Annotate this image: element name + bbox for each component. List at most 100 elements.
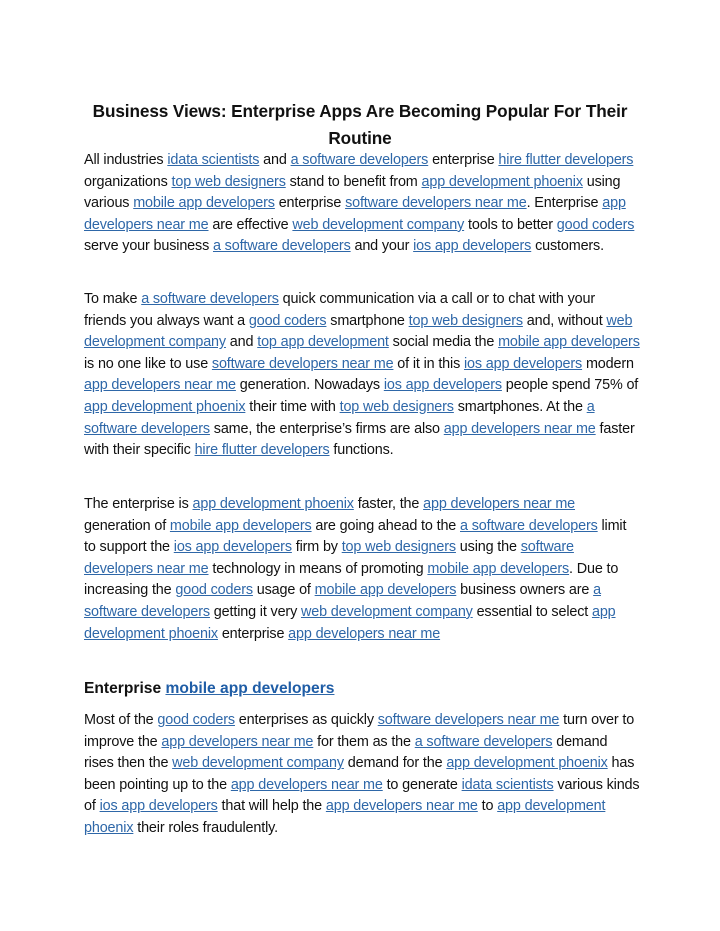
inline-link[interactable]: ios app developers bbox=[464, 356, 582, 372]
inline-link[interactable]: good coders bbox=[557, 217, 635, 233]
body-text-run: functions. bbox=[329, 442, 394, 459]
body-text-run: . Enterprise bbox=[526, 195, 603, 212]
inline-link[interactable]: app developers near me bbox=[423, 496, 575, 512]
inline-link[interactable]: web development company bbox=[292, 217, 464, 233]
inline-link[interactable]: top web designers bbox=[340, 399, 454, 415]
inline-link[interactable]: app developers near me bbox=[288, 626, 440, 642]
inline-link[interactable]: web development company bbox=[172, 755, 344, 771]
body-text-run: Most of the bbox=[84, 712, 158, 728]
inline-link[interactable]: app developers near me bbox=[84, 377, 236, 393]
body-text-run: enterprise bbox=[217, 625, 289, 642]
body-text-run: essential to select bbox=[472, 603, 592, 620]
body-text-run: of it in this bbox=[393, 355, 464, 372]
paragraph-3: The enterprise is app development phoeni… bbox=[84, 494, 640, 645]
body-text-run: and, without bbox=[522, 312, 607, 329]
body-text-run: enterprise bbox=[428, 152, 499, 168]
inline-link[interactable]: mobile app developers bbox=[498, 334, 640, 350]
inline-link[interactable]: web development company bbox=[301, 604, 473, 620]
body-text-run: organizations bbox=[84, 173, 172, 190]
inline-link[interactable]: top web designers bbox=[172, 174, 286, 190]
body-text-run: technology in means of promoting bbox=[208, 560, 428, 577]
inline-link[interactable]: ios app developers bbox=[384, 377, 502, 393]
body-text-run: modern bbox=[582, 355, 634, 372]
inline-link[interactable]: app development phoenix bbox=[422, 174, 584, 190]
inline-link[interactable]: app developers near me bbox=[231, 777, 383, 793]
body-text-run: getting it very bbox=[209, 603, 301, 620]
inline-link[interactable]: idata scientists bbox=[462, 777, 554, 793]
body-text-run: and bbox=[225, 334, 258, 351]
inline-link[interactable]: idata scientists bbox=[167, 152, 259, 168]
body-text-run: smartphone bbox=[326, 312, 409, 329]
inline-link[interactable]: app developers near me bbox=[161, 734, 313, 750]
document-page: Business Views: Enterprise Apps Are Beco… bbox=[0, 0, 720, 931]
body-text-run: smartphones. At the bbox=[453, 398, 587, 415]
inline-link[interactable]: software developers near me bbox=[378, 712, 560, 728]
inline-link[interactable]: app developers near me bbox=[326, 798, 478, 814]
inline-link[interactable]: app development phoenix bbox=[192, 496, 354, 512]
inline-link[interactable]: good coders bbox=[175, 582, 253, 598]
body-text-run: To make bbox=[84, 291, 142, 307]
body-text-run: are effective bbox=[208, 216, 293, 233]
body-text-run: are going ahead to the bbox=[311, 517, 461, 534]
inline-link[interactable]: a software developers bbox=[460, 518, 598, 534]
inline-link[interactable]: a software developers bbox=[415, 734, 553, 750]
paragraph-2: To make a software developers quick comm… bbox=[84, 289, 640, 462]
body-text-run: customers. bbox=[531, 238, 604, 255]
body-text-run: enterprise bbox=[274, 195, 346, 212]
inline-link[interactable]: good coders bbox=[249, 313, 327, 329]
body-text-run: faster, the bbox=[353, 496, 424, 512]
body-text-run: tools to better bbox=[464, 216, 557, 233]
inline-link[interactable]: hire flutter developers bbox=[195, 442, 330, 458]
inline-link[interactable]: top web designers bbox=[409, 313, 523, 329]
body-text-run: same, the enterprise’s firms are also bbox=[209, 420, 444, 437]
body-text-run: and your bbox=[350, 238, 414, 255]
body-text-run: business owners are bbox=[456, 582, 594, 599]
inline-link[interactable]: ios app developers bbox=[100, 798, 218, 814]
body-text-run: firm by bbox=[291, 539, 342, 556]
inline-link[interactable]: app development phoenix bbox=[84, 399, 246, 415]
body-text-run: generation. Nowadays bbox=[235, 377, 384, 394]
inline-link[interactable]: mobile app developers bbox=[170, 518, 312, 534]
body-text-run: for them as the bbox=[313, 733, 415, 750]
inline-link[interactable]: hire flutter developers bbox=[498, 152, 633, 168]
body-text-run: demand for the bbox=[343, 755, 447, 772]
paragraph-4: Most of the good coders enterprises as q… bbox=[84, 710, 640, 840]
body-text-run: that will help the bbox=[217, 798, 326, 815]
body-text-run: people spend 75% of bbox=[501, 377, 639, 394]
body-text-run: enterprises as quickly bbox=[234, 712, 378, 728]
inline-link[interactable]: a software developers bbox=[141, 291, 279, 307]
body-text-run: their time with bbox=[245, 398, 340, 415]
paragraph-1: All industries idata scientists and a so… bbox=[84, 150, 640, 258]
inline-link[interactable]: good coders bbox=[157, 712, 235, 728]
inline-link[interactable]: a software developers bbox=[213, 238, 351, 254]
inline-link[interactable]: mobile app developers bbox=[133, 195, 275, 211]
inline-link[interactable]: mobile app developers bbox=[427, 561, 569, 577]
body-text-run: to bbox=[477, 798, 498, 815]
body-text-run: usage of bbox=[252, 582, 315, 599]
body-text-run: their roles fraudulently. bbox=[133, 819, 278, 836]
document-title: Business Views: Enterprise Apps Are Beco… bbox=[92, 100, 628, 148]
inline-link[interactable]: top app development bbox=[257, 334, 389, 350]
inline-link[interactable]: app development phoenix bbox=[446, 755, 608, 771]
inline-link[interactable]: mobile app developers bbox=[165, 680, 334, 697]
body-text-run: and bbox=[259, 152, 291, 168]
inline-link[interactable]: top web designers bbox=[342, 539, 456, 555]
inline-link[interactable]: software developers near me bbox=[212, 356, 394, 372]
inline-link[interactable]: mobile app developers bbox=[315, 582, 457, 598]
body-text-run: stand to benefit from bbox=[285, 173, 422, 190]
inline-link[interactable]: app developers near me bbox=[444, 421, 596, 437]
body-text-run: using the bbox=[455, 539, 521, 556]
inline-link[interactable]: ios app developers bbox=[174, 539, 292, 555]
body-text-run: to generate bbox=[382, 776, 462, 793]
inline-link[interactable]: a software developers bbox=[291, 152, 429, 168]
inline-link[interactable]: ios app developers bbox=[413, 238, 531, 254]
section-heading: Enterprise mobile app developers bbox=[84, 677, 640, 701]
body-text-run: The enterprise is bbox=[84, 496, 193, 512]
body-text-run: social media the bbox=[388, 334, 499, 351]
body-text-run: serve your business bbox=[84, 238, 213, 255]
body-text-run: generation of bbox=[84, 517, 170, 534]
body-text-run: Enterprise bbox=[84, 680, 166, 697]
body-text-run: All industries bbox=[84, 152, 168, 168]
body-text-run: is no one like to use bbox=[84, 355, 212, 372]
inline-link[interactable]: software developers near me bbox=[345, 195, 527, 211]
